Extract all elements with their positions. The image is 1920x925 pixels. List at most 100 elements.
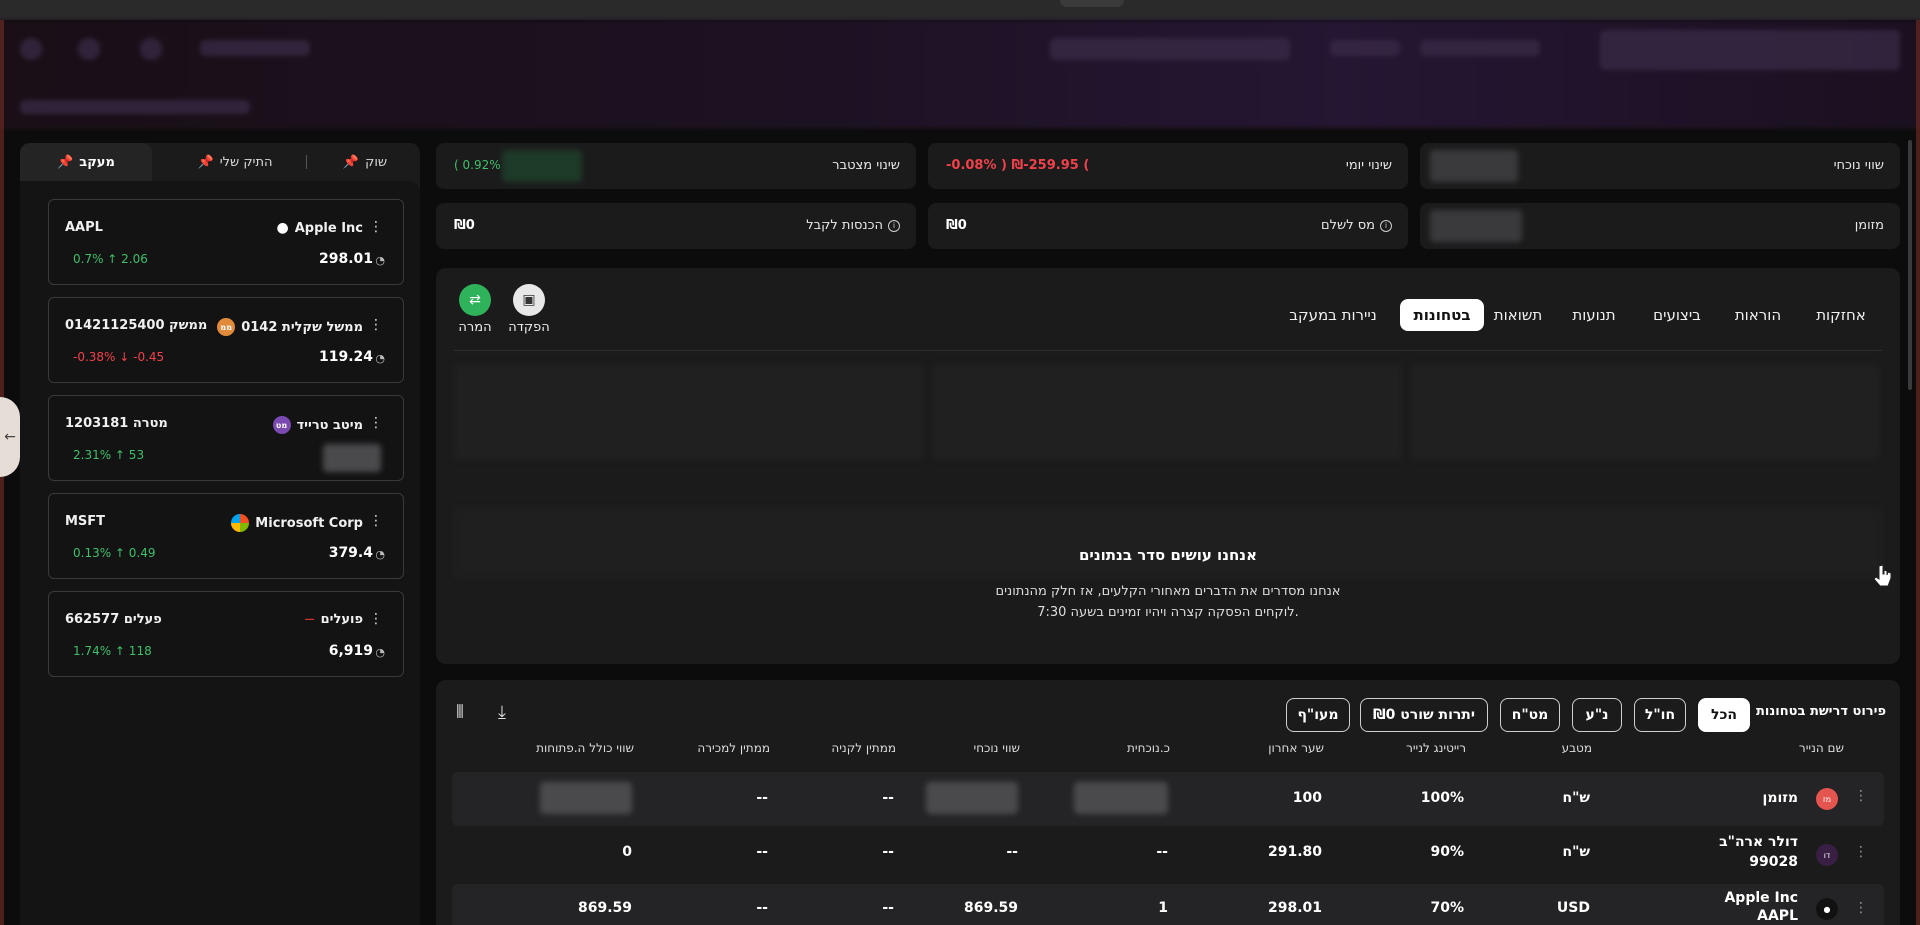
column-header[interactable]: ממתין לקניה — [831, 741, 896, 755]
window-edge — [1916, 20, 1920, 925]
card-label: מס לשלם i — [1321, 218, 1392, 233]
deposit-button[interactable]: ▣ הפקדה — [504, 284, 554, 335]
filter-maof[interactable]: מעו"ף — [1286, 698, 1350, 732]
info-icon[interactable]: i — [1380, 219, 1392, 232]
tab-returns[interactable]: תשואות — [1486, 299, 1550, 331]
tab-divider — [306, 155, 307, 169]
tab-transactions[interactable]: תנועות — [1562, 299, 1626, 331]
value-blurred — [926, 782, 1018, 814]
more-menu-icon[interactable]: ⋮ — [369, 415, 383, 431]
name-text: ממשל שקלית 0142 — [241, 319, 363, 335]
currency: ש"ח — [1562, 844, 1590, 860]
clock-icon: ◔ — [375, 646, 385, 659]
deposit-icon: ▣ — [513, 284, 545, 316]
pin-icon: 📌 — [197, 154, 214, 170]
notice-line: לוקחים הפסקה קצרה ויהיו זמינים בשעה 7:30… — [1037, 605, 1299, 620]
cash-card: מזומן — [1420, 203, 1900, 249]
more-menu-icon[interactable]: ⋮ — [369, 513, 383, 529]
last-price: 291.80 — [1267, 844, 1322, 860]
security-name: מזומן — [1762, 790, 1798, 806]
row-menu-icon[interactable]: ⋮ — [1854, 844, 1868, 860]
watchlist-item[interactable]: AAPL 0.7% ↑ 2.06 ● Apple Inc ⋮ 298.01 ◔ — [48, 199, 404, 285]
convert-button[interactable]: ⇄ המרה — [450, 284, 500, 335]
blurred-stat-box — [1410, 364, 1880, 460]
row-menu-icon[interactable]: ⋮ — [1854, 900, 1868, 916]
action-label: הפקדה — [508, 320, 550, 335]
table-row[interactable]: ⋮ ● Apple Inc AAPL USD 70% 298.01 1 869.… — [452, 884, 1884, 925]
header-text-blurred — [1330, 40, 1400, 56]
column-header[interactable]: ממתין למכירה — [697, 741, 770, 755]
rating: 100% — [1420, 790, 1464, 806]
columns-icon[interactable]: ⦀ — [456, 702, 464, 723]
scrollbar[interactable] — [1908, 140, 1912, 390]
price: 379.4 — [328, 545, 373, 561]
blurred-stat-box — [932, 364, 1402, 460]
pending-buy: -- — [882, 900, 894, 916]
filter-fx[interactable]: מט"ח — [1500, 698, 1560, 732]
symbol: AAPL — [65, 220, 103, 235]
income-value: ₪0 — [454, 218, 475, 233]
column-header[interactable]: שם הנייר — [1799, 741, 1844, 755]
header-icon-blurred — [78, 38, 100, 60]
column-header[interactable]: שער אחרון — [1268, 741, 1324, 755]
filter-securities[interactable]: נ"ע — [1572, 698, 1622, 732]
arrow-left-icon: ← — [4, 429, 16, 445]
tax-to-pay-card: מס לשלם i ₪0 — [928, 203, 1408, 249]
more-menu-icon[interactable]: ⋮ — [369, 611, 383, 627]
column-header[interactable]: שווי נוכחי — [974, 741, 1020, 755]
collapse-sidebar-button[interactable]: ← — [0, 397, 20, 477]
tab-label: שוק — [365, 154, 388, 170]
tab-collateral[interactable]: בטחונות — [1400, 299, 1484, 331]
tab-holdings[interactable]: אחזקות — [1800, 299, 1882, 331]
security-id: 99028 — [1749, 854, 1798, 870]
row-menu-icon[interactable]: ⋮ — [1854, 788, 1868, 804]
column-header[interactable]: כ.נוכחית — [1127, 741, 1170, 755]
tab-performance[interactable]: ביצועים — [1638, 299, 1716, 331]
symbol: MSFT — [65, 514, 106, 529]
filter-short-balances[interactable]: יתרות שורט ₪0 — [1360, 698, 1488, 732]
more-menu-icon[interactable]: ⋮ — [369, 317, 383, 333]
watchlist-item[interactable]: 662577 פעלים 1.74% ↑ 118 — פועלים ⋮ 6,91… — [48, 591, 404, 677]
tab-my-portfolio[interactable]: 📌 התיק שלי — [170, 143, 300, 181]
blurred-table — [454, 508, 1882, 578]
filter-all[interactable]: הכל — [1698, 698, 1750, 732]
card-label: מזומן — [1854, 218, 1884, 233]
collateral-main-panel: אחזקות הוראות ביצועים תנועות תשואות בטחו… — [436, 268, 1900, 664]
name-text: Apple Inc — [294, 220, 363, 236]
tab-watchlist[interactable]: 📌 מעקב — [20, 143, 152, 181]
more-menu-icon[interactable]: ⋮ — [369, 219, 383, 235]
tabs-divider — [454, 350, 1882, 351]
column-header[interactable]: רייטינג לנייר — [1406, 741, 1466, 755]
column-header[interactable]: שווי כולל ה.פתוחות — [536, 741, 634, 755]
watchlist-item[interactable]: 1203181 מטרה 2.31% ↑ 53 מט מיטב טרייד ⋮ — [48, 395, 404, 481]
watchlist-item[interactable]: MSFT 0.13% ↑ 0.49 Microsoft Corp ⋮ 379.4… — [48, 493, 404, 579]
header-icon-blurred — [20, 38, 42, 60]
tab-label: מעקב — [79, 154, 115, 170]
column-header[interactable]: מטבע — [1562, 741, 1592, 755]
header-icon-blurred — [140, 38, 162, 60]
header-search-blurred — [1050, 38, 1290, 60]
filter-foreign[interactable]: חו"ל — [1634, 698, 1686, 732]
tab-market[interactable]: 📌 שוק — [320, 143, 410, 181]
header-text-blurred — [200, 40, 310, 56]
symbol: 1203181 מטרה — [65, 416, 168, 431]
rating: 90% — [1430, 844, 1464, 860]
change: 0.13% ↑ 0.49 — [73, 546, 156, 560]
download-icon[interactable]: ⤓ — [498, 702, 506, 723]
microsoft-logo-icon — [231, 514, 250, 532]
action-label: המרה — [458, 320, 492, 335]
cumulative-change-card: שינוי מצטבר ( 0.92% — [436, 143, 916, 189]
tab-orders[interactable]: הוראות — [1726, 299, 1790, 331]
rating: 70% — [1430, 900, 1464, 916]
apple-logo-icon: ● — [276, 220, 289, 236]
watchlist-item[interactable]: 0142ממשק 1125400 -0.38% ↓ -0.45 ממ ממשל … — [48, 297, 404, 383]
last-price: 298.01 — [1267, 900, 1322, 916]
table-row[interactable]: ⋮ דו דולר ארה"ב 99028 ש"ח 90% 291.80 -- … — [452, 828, 1884, 882]
table-row[interactable]: ⋮ מז מזומן ש"ח 100% 100 -- -- — [452, 772, 1884, 826]
tab-watched-securities[interactable]: ניירות במעקב — [1280, 299, 1386, 331]
apple-logo-icon: ● — [1816, 898, 1838, 920]
section-title: פירוט דרישת בטחונות — [1756, 704, 1886, 719]
info-icon[interactable]: i — [888, 219, 900, 232]
security-name: ממ ממשל שקלית 0142 — [217, 318, 363, 336]
watchlist-tabs: 📌 מעקב 📌 התיק שלי 📌 שוק — [20, 143, 420, 181]
